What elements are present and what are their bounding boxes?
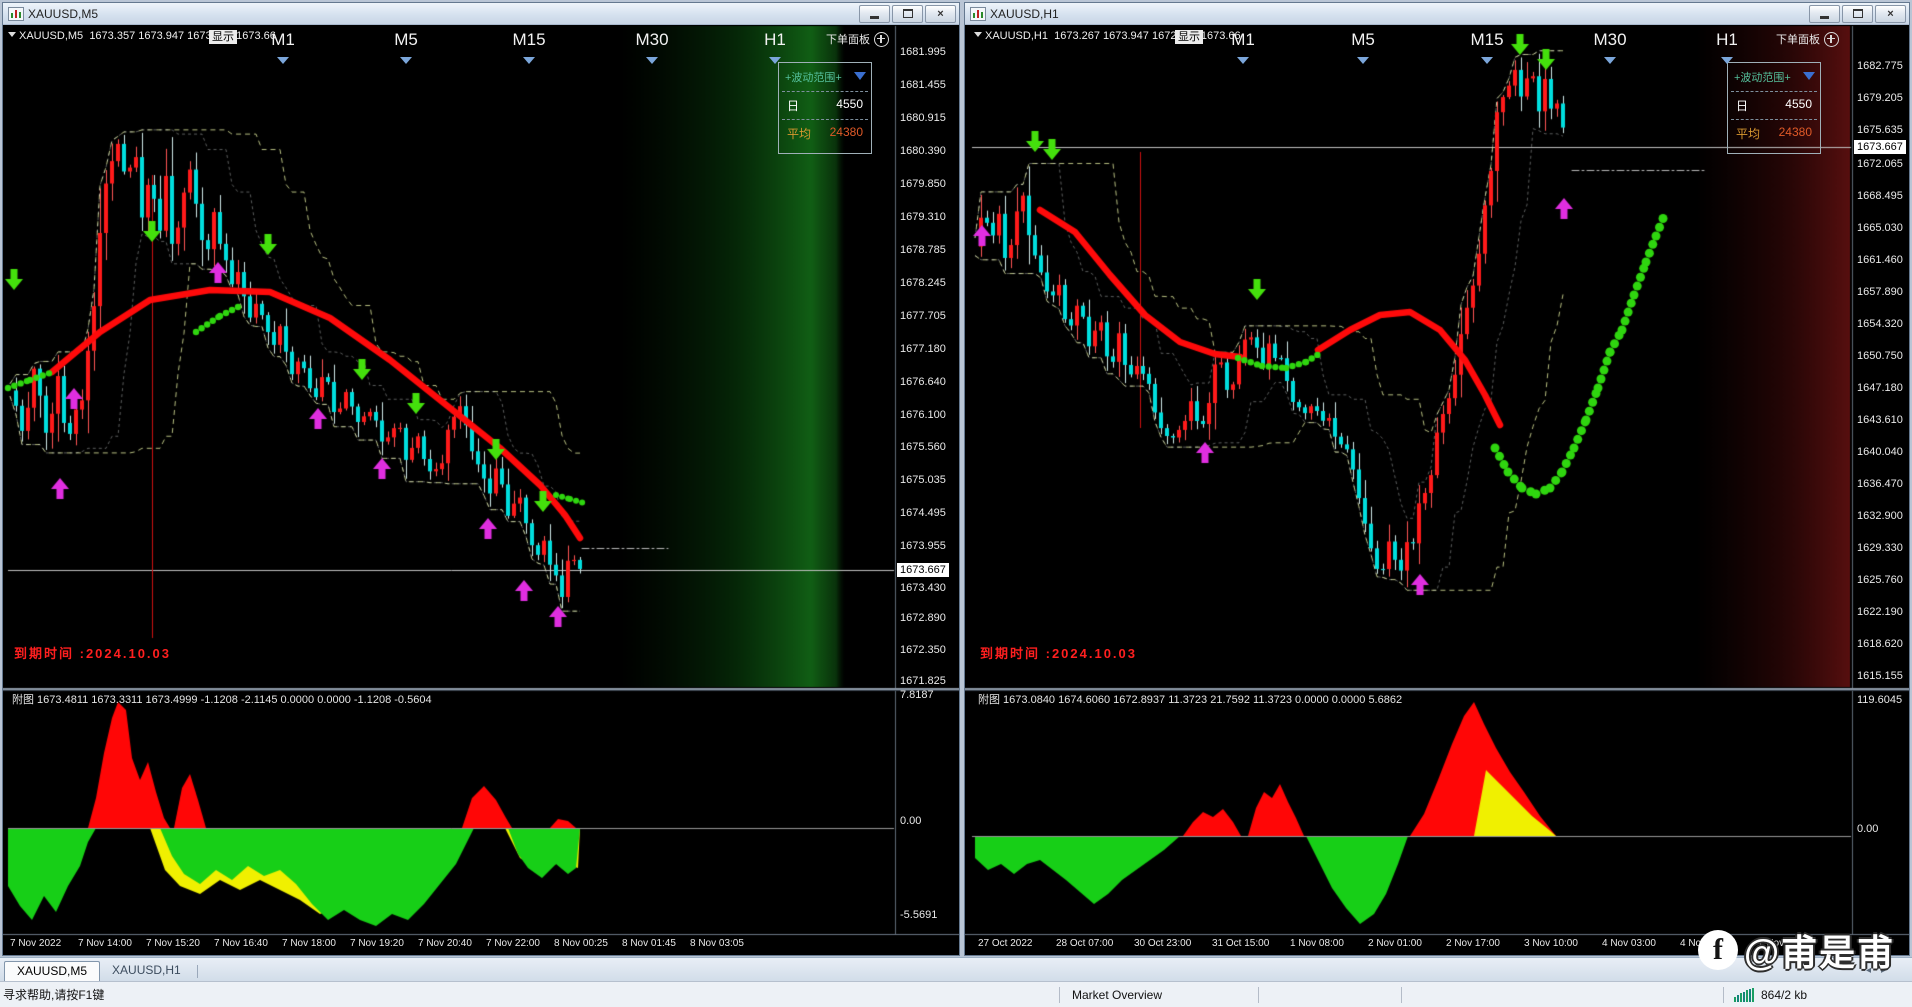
- chevron-down-icon[interactable]: [769, 57, 781, 70]
- chart-tab-bar: XAUUSD,M5 XAUUSD,H1 ◂ ▸: [0, 957, 1912, 982]
- traffic-indicator: 864/2 kb: [1724, 987, 1912, 1002]
- close-icon: ×: [1887, 7, 1894, 20]
- minimize-button[interactable]: [859, 4, 890, 23]
- chevron-down-icon[interactable]: [277, 57, 289, 70]
- chevron-down-icon[interactable]: [1604, 57, 1616, 70]
- minimize-button[interactable]: [1809, 4, 1840, 23]
- order-panel-button[interactable]: 下单面板: [1776, 31, 1839, 47]
- timeframe-button-h1[interactable]: H1: [1697, 30, 1757, 50]
- show-button[interactable]: 显示: [209, 30, 237, 44]
- tab-xauusd-m5[interactable]: XAUUSD,M5: [4, 961, 101, 982]
- volatility-info-box: +波动范围+ 日 4550 平均 24380: [778, 62, 872, 154]
- time-axis-label: 7 Nov 22:00: [486, 938, 540, 949]
- h1-chart-canvas[interactable]: [965, 25, 1909, 955]
- restore-button[interactable]: [892, 4, 923, 23]
- chevron-down-icon[interactable]: [400, 57, 412, 70]
- price-axis[interactable]: [1852, 26, 1912, 934]
- time-axis-label: 7 Nov 18:00: [282, 938, 336, 949]
- time-axis-label: 1 Nov 08:00: [1290, 938, 1344, 949]
- chevron-down-icon[interactable]: [1481, 57, 1493, 70]
- time-axis-label: 2 Nov 17:00: [1446, 938, 1500, 949]
- window-titlebar[interactable]: XAUUSD,M5 ×: [3, 3, 959, 25]
- price-axis[interactable]: [895, 26, 958, 934]
- chart-window-icon: [8, 6, 24, 21]
- traffic-bars-icon: [1734, 988, 1754, 1002]
- timeframe-button-m15[interactable]: M15: [1457, 30, 1517, 50]
- time-axis-label: 30 Oct 23:00: [1134, 938, 1192, 949]
- time-axis-label: 7 Nov 20:40: [418, 938, 472, 949]
- order-panel-button[interactable]: 下单面板: [826, 31, 889, 47]
- time-axis-label: 7 Nov 19:20: [350, 938, 404, 949]
- timeframe-button-m1[interactable]: M1: [1213, 30, 1273, 50]
- time-axis-label: 8 Nov 03:05: [690, 938, 744, 949]
- time-axis-label: 31 Oct 15:00: [1212, 938, 1270, 949]
- timeframe-button-m30[interactable]: M30: [1580, 30, 1640, 50]
- timeframe-button-m1[interactable]: M1: [253, 30, 313, 50]
- chevron-down-icon[interactable]: [8, 31, 16, 41]
- order-panel-icon: [1824, 31, 1839, 47]
- market-overview-label: Market Overview: [1072, 987, 1163, 1002]
- chevron-down-icon[interactable]: [1803, 72, 1815, 86]
- time-axis-label: 7 Nov 14:00: [78, 938, 132, 949]
- show-button[interactable]: 显示: [1175, 30, 1203, 44]
- chart-window-icon: [970, 6, 986, 21]
- restore-button[interactable]: [1842, 4, 1873, 23]
- chevron-down-icon[interactable]: [1721, 57, 1733, 70]
- indicator-readout: 附图 1673.0840 1674.6060 1672.8937 11.3723…: [978, 694, 1403, 706]
- timeframe-button-m5[interactable]: M5: [1333, 30, 1393, 50]
- help-hint: 寻求帮助,请按F1键: [3, 988, 105, 1002]
- volatility-info-box: +波动范围+ 日 4550 平均 24380: [1727, 62, 1821, 154]
- close-button[interactable]: ×: [925, 4, 956, 23]
- timeframe-button-m5[interactable]: M5: [376, 30, 436, 50]
- time-axis-label: 8 Nov 01:45: [622, 938, 676, 949]
- indicator-readout: 附图 1673.4811 1673.3311 1673.4999 -1.1208…: [12, 694, 432, 706]
- minimize-icon: [870, 15, 879, 19]
- expiry-label: 到期时间 :2024.10.03: [980, 646, 1138, 661]
- chevron-down-icon[interactable]: [974, 31, 982, 41]
- watermark-handle: @甫是甫: [1744, 932, 1896, 973]
- window-title: XAUUSD,H1: [990, 6, 1059, 21]
- chevron-down-icon[interactable]: [1237, 57, 1249, 70]
- close-button[interactable]: ×: [1875, 4, 1906, 23]
- facebook-icon: f: [1698, 930, 1738, 970]
- tab-divider: [196, 965, 198, 978]
- time-axis-label: 4 Nov 03:00: [1602, 938, 1656, 949]
- order-panel-icon: [874, 31, 889, 47]
- timeframe-button-m30[interactable]: M30: [622, 30, 682, 50]
- time-axis-label: 7 Nov 2022: [10, 938, 62, 949]
- window-title: XAUUSD,M5: [28, 6, 99, 21]
- time-axis-label: 8 Nov 00:25: [554, 938, 608, 949]
- time-axis-label: 2 Nov 01:00: [1368, 938, 1422, 949]
- chevron-down-icon[interactable]: [646, 57, 658, 70]
- daily-range-row: 日 4550: [787, 97, 863, 113]
- restore-icon: [1852, 9, 1863, 18]
- close-icon: ×: [937, 7, 944, 20]
- restore-icon: [902, 9, 913, 18]
- expiry-label: 到期时间 :2024.10.03: [14, 646, 172, 661]
- minimize-icon: [1820, 15, 1829, 19]
- timeframe-button-m15[interactable]: M15: [499, 30, 559, 50]
- time-axis-label: 27 Oct 2022: [978, 938, 1033, 949]
- chevron-down-icon[interactable]: [854, 72, 866, 86]
- chevron-down-icon[interactable]: [523, 57, 535, 70]
- tab-xauusd-h1[interactable]: XAUUSD,H1: [100, 961, 193, 980]
- status-bar: 寻求帮助,请按F1键 Market Overview 864/2 kb: [0, 981, 1912, 1007]
- timeframe-button-h1[interactable]: H1: [745, 30, 805, 50]
- chevron-down-icon[interactable]: [1357, 57, 1369, 70]
- daily-range-row: 日 4550: [1736, 97, 1812, 113]
- watermark: f @甫是甫: [1698, 924, 1895, 976]
- m5-chart-canvas[interactable]: [3, 25, 959, 955]
- window-titlebar[interactable]: XAUUSD,H1 ×: [965, 3, 1909, 25]
- time-axis-label: 28 Oct 07:00: [1056, 938, 1114, 949]
- average-range-row: 平均 24380: [787, 125, 863, 141]
- time-axis-label: 7 Nov 15:20: [146, 938, 200, 949]
- time-axis-label: 3 Nov 10:00: [1524, 938, 1578, 949]
- average-range-row: 平均 24380: [1736, 125, 1812, 141]
- time-axis-label: 7 Nov 16:40: [214, 938, 268, 949]
